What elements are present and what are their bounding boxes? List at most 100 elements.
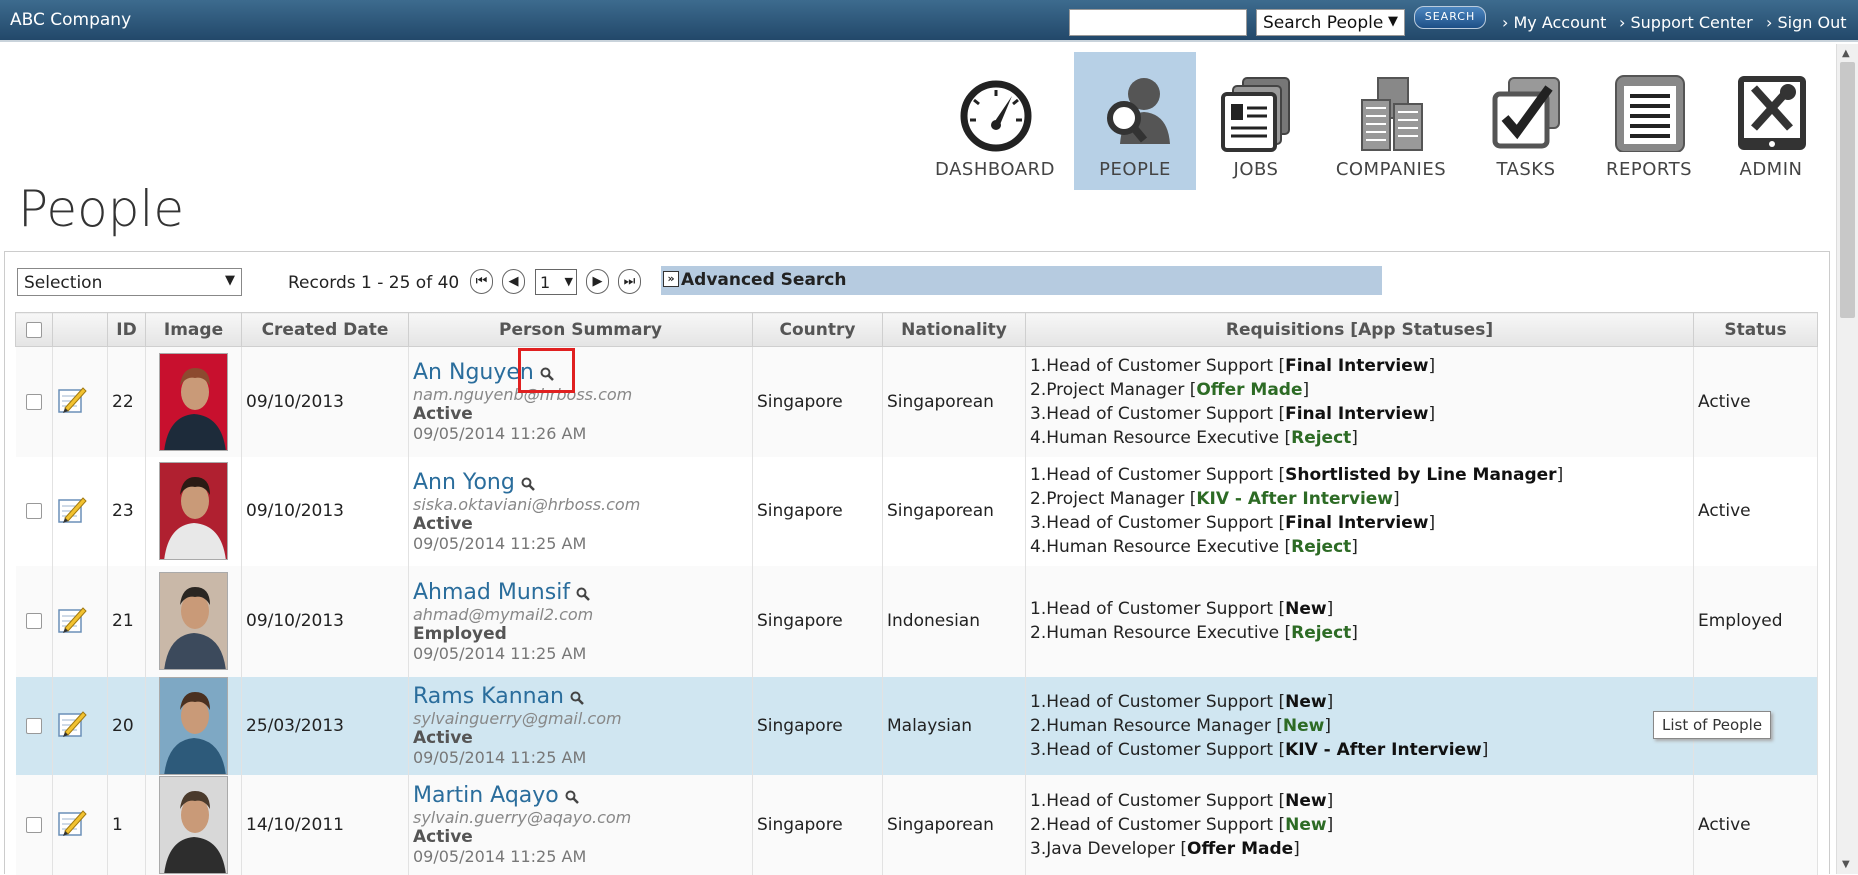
search-type-select[interactable]: Search People ▼ [1256,9,1405,36]
edit-pencil-icon[interactable] [57,604,87,634]
person-name-link[interactable]: Rams Kannan [413,684,564,709]
requisition-item: 1.Head of Customer Support [New] [1030,790,1334,811]
application-status: Final Interview [1285,355,1429,376]
reports-document-icon [1615,75,1685,152]
select-all-checkbox[interactable] [26,321,42,338]
row-checkbox[interactable] [25,816,42,833]
person-updated: 09/05/2014 11:25 AM [413,643,587,663]
first-page-icon[interactable]: ⏮ [470,269,493,294]
page-title: People [18,180,185,238]
table-row[interactable]: 22 09/10/2013 An Nguyen nam.nguyenb@hrboss.… [15,346,1818,457]
person-photo[interactable] [159,462,228,560]
row-checkbox[interactable] [25,393,42,410]
requisition-item: 4.Human Resource Executive [Reject] [1030,537,1358,557]
nav-admin[interactable]: ADMIN [1710,52,1832,190]
select-all-header[interactable] [15,312,53,347]
person-name-link[interactable]: An Nguyen [413,360,534,385]
edit-cell[interactable] [52,676,108,775]
requisition-item: 2.Head of Customer Support [New] [1030,814,1334,835]
person-photo-image [160,463,227,559]
application-status: Offer Made [1187,838,1294,859]
requisition-title: 2.Human Resource Manager [ [1030,715,1283,736]
edit-cell[interactable] [52,346,108,457]
country: Singapore [752,774,883,875]
row-select-cell[interactable] [15,676,53,775]
nav-people[interactable]: PEOPLE [1074,52,1196,190]
nav-dashboard[interactable]: DASHBOARD [934,52,1056,190]
row-select-cell[interactable] [15,346,53,457]
last-page-icon[interactable]: ⏭ [618,269,641,294]
requisition-title: 1.Head of Customer Support [ [1030,790,1286,811]
sign-out-link[interactable]: › Sign Out [1766,13,1846,32]
edit-cell[interactable] [52,456,108,566]
person-name-link[interactable]: Martin Aqayo [413,783,559,808]
page-number-select[interactable]: 1 ▼ [535,269,577,295]
person-photo[interactable] [159,775,228,874]
app-title: ABC Company [10,10,132,30]
nav-jobs[interactable]: JOBS [1195,52,1317,190]
requisition-item: 2.Human Resource Executive [Reject] [1030,623,1358,643]
advanced-search-toggle[interactable]: » Advanced Search [661,266,1382,295]
row-select-cell[interactable] [15,456,53,566]
support-center-link[interactable]: › Support Center [1619,13,1753,32]
country: Singapore [752,456,883,566]
edit-pencil-icon[interactable] [57,708,87,738]
my-account-link[interactable]: › My Account [1502,13,1606,32]
person-photo-image [160,776,227,873]
column-header-person-summary[interactable]: Person Summary [408,312,753,347]
person-photo[interactable] [159,572,228,670]
table-row[interactable]: 1 14/10/2011 Martin Aqayo sylvain.guerry@aq… [15,774,1818,875]
vertical-scrollbar[interactable]: ▲ ▼ [1836,44,1858,874]
table-row[interactable]: 21 09/10/2013 Ahmad Munsif ahmad@mymail2.co… [15,565,1818,677]
table-row[interactable]: 23 09/10/2013 Ann Yong siska.oktaviani@hrbo… [15,456,1818,566]
column-header-id[interactable]: ID [107,312,146,347]
table-row[interactable]: 20 25/03/2013 Rams Kannan sylvainguerry@gma… [15,676,1818,775]
edit-cell[interactable] [52,774,108,875]
search-button[interactable]: SEARCH [1414,6,1486,29]
person-status: Employed [413,623,507,644]
magnifier-icon[interactable] [521,477,535,491]
application-status: Final Interview [1285,403,1429,424]
nav-people-label: PEOPLE [1099,159,1171,180]
person-name-link[interactable]: Ahmad Munsif [413,580,570,605]
edit-cell[interactable] [52,565,108,677]
column-header-created-date[interactable]: Created Date [241,312,409,347]
row-select-cell[interactable] [15,774,53,875]
edit-pencil-icon[interactable] [57,807,87,837]
row-select-cell[interactable] [15,565,53,677]
row-checkbox[interactable] [25,503,42,519]
person-photo[interactable] [159,676,228,775]
photo-cell [145,565,242,677]
nav-reports[interactable]: REPORTS [1588,52,1710,190]
column-header-image[interactable]: Image [145,312,242,347]
column-header-requisitions[interactable]: Requisitions [App Statuses] [1025,312,1694,347]
previous-page-icon[interactable]: ◀ [502,269,525,294]
application-status: KIV - After Interview [1285,739,1482,760]
scroll-down-icon[interactable]: ▼ [1842,859,1850,870]
requisition-title: 4.Human Resource Executive [ [1030,537,1292,557]
column-header-country[interactable]: Country [752,312,883,347]
selection-dropdown[interactable]: Selection ▼ [17,268,242,296]
nav-tasks[interactable]: TASKS [1465,52,1587,190]
row-checkbox[interactable] [25,717,42,734]
scroll-up-icon[interactable]: ▲ [1842,48,1850,59]
table-header-row: ID Image Created Date Person Summary Cou… [15,312,1818,347]
column-header-status[interactable]: Status [1693,312,1818,347]
person-photo[interactable] [159,352,228,451]
magnifier-icon[interactable] [570,691,584,705]
nav-companies[interactable]: COMPANIES [1330,52,1452,190]
highlight-box [518,348,575,393]
column-header-nationality[interactable]: Nationality [882,312,1026,347]
edit-pencil-icon[interactable] [57,494,87,524]
magnifier-icon[interactable] [576,587,590,601]
row-checkbox[interactable] [25,613,42,629]
created-date: 09/10/2013 [241,456,409,566]
next-page-icon[interactable]: ▶ [586,269,609,294]
magnifier-icon[interactable] [565,790,579,804]
top-search-input[interactable] [1069,9,1247,36]
scroll-thumb[interactable] [1840,62,1855,318]
person-name-link[interactable]: Ann Yong [413,470,515,495]
person-summary-cell: Ahmad Munsif ahmad@mymail2.com Employed 09/… [408,565,753,677]
edit-pencil-icon[interactable] [57,384,87,414]
requisitions-cell: 1.Head of Customer Support [New] 2.Human … [1025,676,1694,775]
